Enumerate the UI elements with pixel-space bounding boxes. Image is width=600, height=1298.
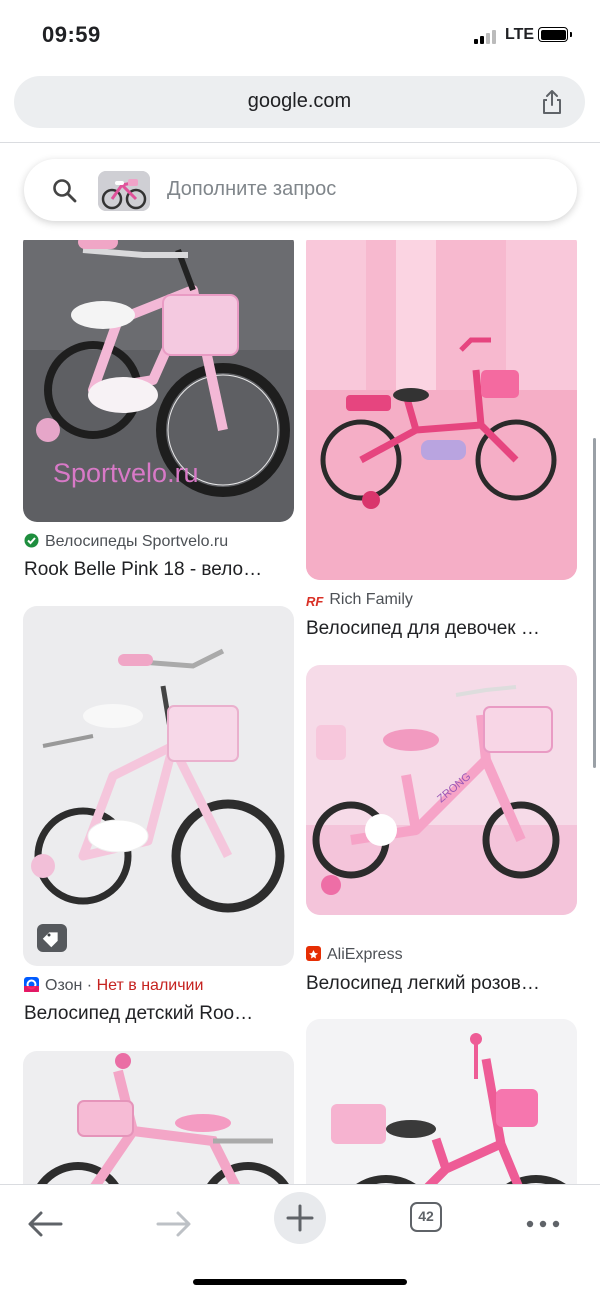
source-name: AliExpress <box>327 946 403 963</box>
search-input[interactable]: Дополните запрос <box>167 178 336 201</box>
result-source[interactable]: AliExpress <box>306 946 403 964</box>
result-title[interactable]: Rook Belle Pink 18 - вело… <box>24 559 294 581</box>
rich-family-icon: RF <box>306 594 324 609</box>
result-source[interactable]: Велосипеды Sportvelo.ru <box>24 533 228 551</box>
more-options-icon[interactable] <box>518 1199 568 1249</box>
result-title[interactable]: Велосипед легкий розов… <box>306 973 576 995</box>
home-indicator[interactable] <box>193 1279 407 1285</box>
ozon-icon <box>24 977 39 992</box>
result-title[interactable]: Велосипед для девочек … <box>306 618 576 640</box>
status-time: 09:59 <box>42 22 101 47</box>
battery-icon <box>538 27 572 42</box>
result-image[interactable]: ZRONG <box>306 665 577 915</box>
back-arrow-icon[interactable] <box>21 1199 71 1249</box>
plus-icon <box>286 1204 314 1232</box>
query-image-thumbnail[interactable] <box>98 171 150 211</box>
product-tag-icon <box>37 924 67 952</box>
watermark-text: Sportvelo.ru <box>53 458 199 488</box>
search-icon[interactable] <box>52 178 78 204</box>
share-icon[interactable] <box>539 88 565 116</box>
source-separator: · <box>82 977 97 994</box>
result-image[interactable] <box>306 1019 577 1184</box>
aliexpress-icon <box>306 946 321 961</box>
verified-check-icon <box>24 533 39 548</box>
scrollbar[interactable] <box>593 438 596 768</box>
network-label: LTE <box>505 26 535 43</box>
source-name: Озон <box>45 977 83 994</box>
stock-status: Нет в наличии <box>96 977 204 994</box>
result-source[interactable]: RF Rich Family <box>306 591 413 609</box>
result-title[interactable]: Велосипед детский Roo… <box>24 1003 294 1025</box>
tab-switcher-button[interactable]: 42 <box>410 1202 442 1232</box>
source-name: Велосипеды Sportvelo.ru <box>45 533 229 550</box>
result-image[interactable]: Sportvelo.ru <box>23 240 294 522</box>
url-text[interactable]: google.com <box>14 90 585 113</box>
status-bar: 09:59 LTE <box>0 0 600 70</box>
source-name: Rich Family <box>329 591 413 608</box>
new-tab-button[interactable] <box>274 1192 326 1244</box>
address-bar[interactable]: google.com <box>14 76 585 128</box>
result-source[interactable]: Озон · Нет в наличии <box>24 977 203 995</box>
image-results-grid: Sportvelo.ru Велосипеды Sportvelo.ru Roo… <box>0 240 600 1184</box>
header-divider <box>0 142 600 143</box>
result-image[interactable] <box>306 240 577 580</box>
result-image[interactable] <box>23 606 294 966</box>
result-image[interactable] <box>23 1051 294 1184</box>
forward-arrow-icon[interactable] <box>148 1199 198 1249</box>
search-box[interactable]: Дополните запрос <box>24 159 577 221</box>
signal-icon <box>474 30 498 44</box>
